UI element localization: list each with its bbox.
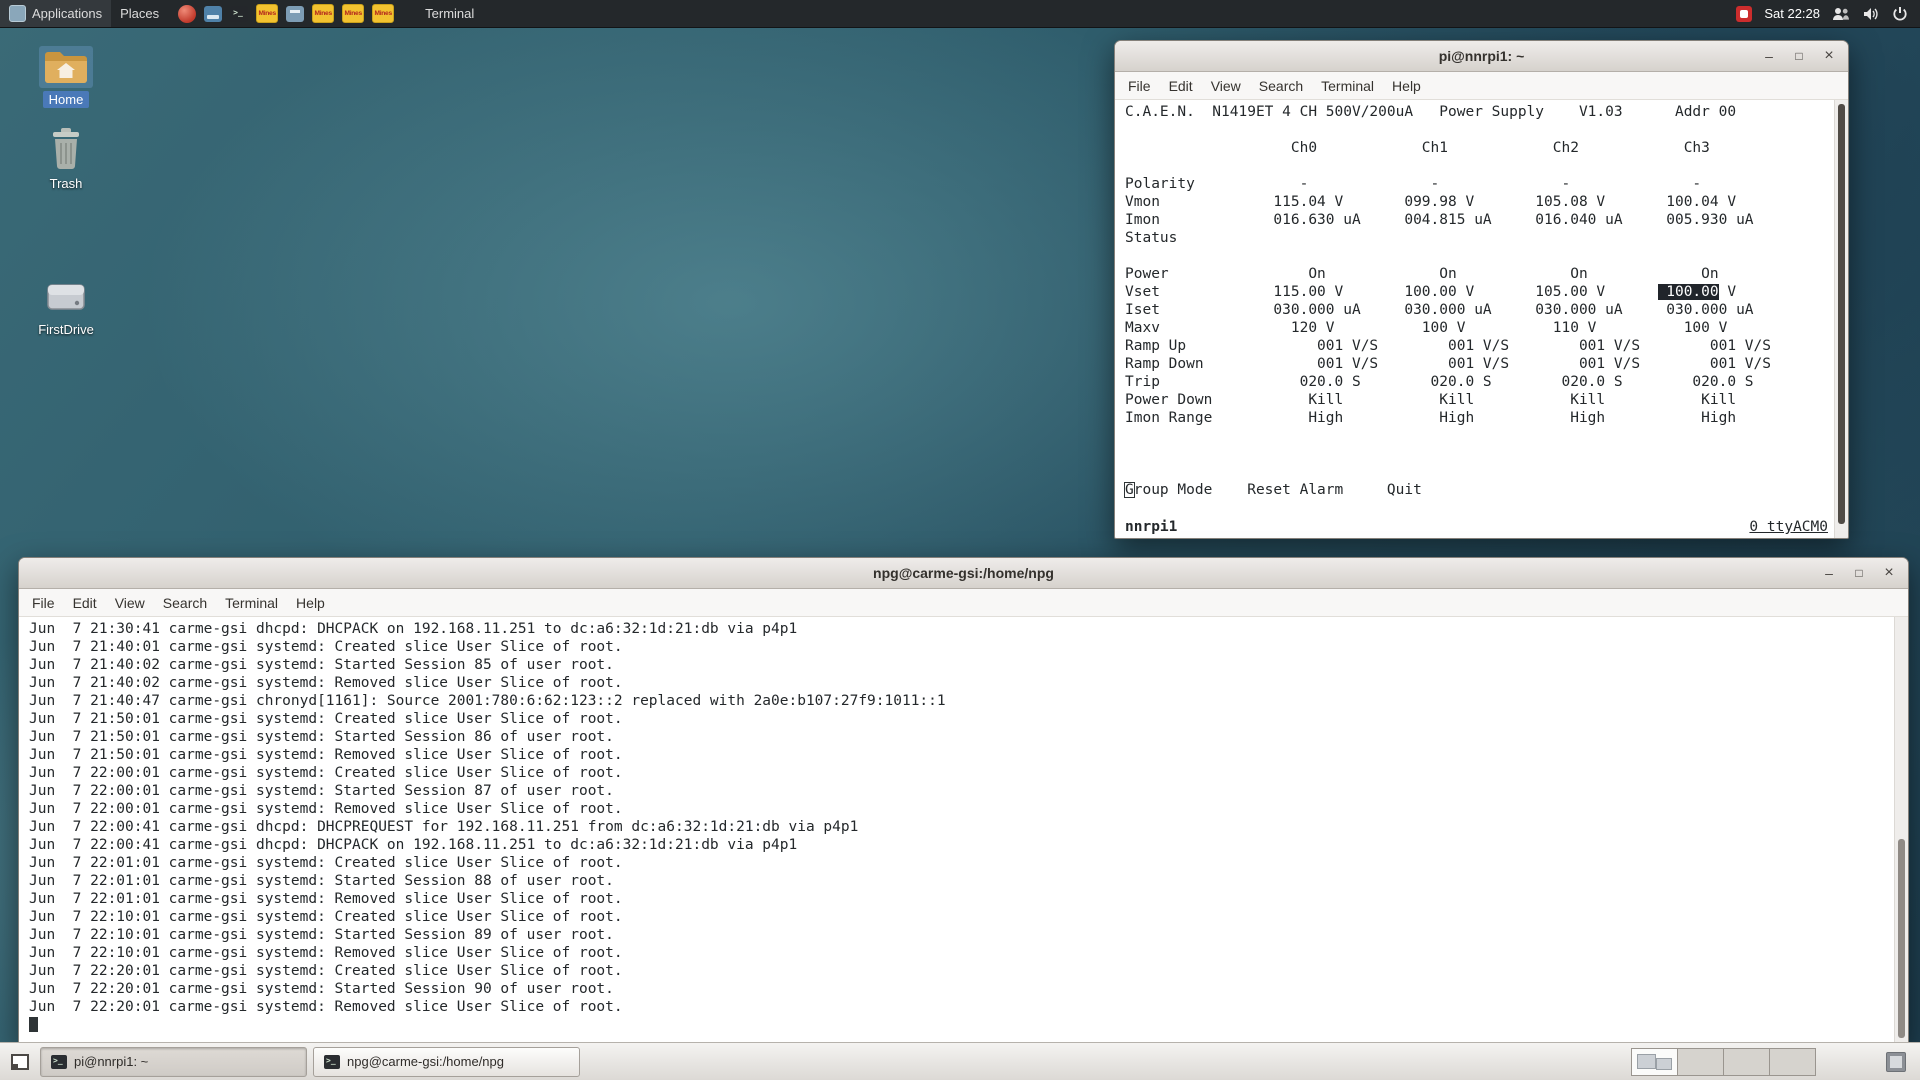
close-icon[interactable] — [1818, 46, 1840, 66]
applications-menu[interactable]: Applications — [0, 0, 111, 27]
menu-file[interactable]: File — [23, 592, 64, 614]
menu-help[interactable]: Help — [1383, 75, 1430, 97]
desktop-icon-trash[interactable]: Trash — [30, 124, 102, 192]
terminal-cursor-block — [29, 1017, 38, 1032]
desktop-icon-home[interactable]: Home — [30, 46, 102, 108]
places-menu-label: Places — [120, 6, 159, 21]
caen-terminal-window: pi@nnrpi1: ~ File Edit View Search Termi… — [1114, 40, 1849, 539]
workspace-2[interactable] — [1677, 1048, 1724, 1076]
log-lines: Jun 7 21:30:41 carme-gsi dhcpd: DHCPACK … — [29, 621, 946, 1015]
device-name-label: nnrpi1 — [1125, 518, 1177, 536]
mines-icon[interactable]: Mines — [312, 4, 334, 23]
menu-view[interactable]: View — [1202, 75, 1250, 97]
clock[interactable]: Sat 22:28 — [1764, 6, 1820, 21]
mines-icon-label: Mines — [344, 10, 361, 17]
log-scrollbar[interactable] — [1894, 617, 1908, 1044]
panel-window-item-terminal[interactable]: Terminal — [416, 0, 483, 27]
caen-actions-line: Group Mode Reset Alarm Quit — [1125, 481, 1830, 499]
home-folder-icon — [39, 46, 93, 88]
workspace-4[interactable] — [1769, 1048, 1816, 1076]
caen-scrollbar-thumb[interactable] — [1838, 104, 1845, 524]
show-desktop-button[interactable] — [6, 1048, 34, 1076]
log-menubar: File Edit View Search Terminal Help — [19, 589, 1908, 617]
log-terminal-screen[interactable]: Jun 7 21:30:41 carme-gsi dhcpd: DHCPACK … — [19, 617, 1908, 1044]
drive-icon — [40, 278, 92, 318]
menu-file[interactable]: File — [1119, 75, 1160, 97]
taskbar-button-label: pi@nnrpi1: ~ — [74, 1054, 148, 1069]
users-icon[interactable] — [1832, 6, 1850, 22]
workspace-3[interactable] — [1723, 1048, 1770, 1076]
panel-window-item-label: Terminal — [425, 6, 474, 21]
menu-terminal[interactable]: Terminal — [1312, 75, 1383, 97]
volume-icon[interactable] — [1862, 6, 1880, 22]
mines-icon[interactable]: Mines — [342, 4, 364, 23]
power-icon[interactable] — [1892, 6, 1908, 22]
menu-search[interactable]: Search — [1250, 75, 1312, 97]
caen-window-title: pi@nnrpi1: ~ — [1115, 48, 1848, 64]
desktop-icon-firstdrive-label: FirstDrive — [32, 321, 100, 338]
menu-view[interactable]: View — [106, 592, 154, 614]
log-scrollbar-thumb[interactable] — [1898, 839, 1905, 1038]
mines-icon[interactable]: Mines — [256, 4, 278, 23]
log-window-controls — [1818, 558, 1900, 588]
caen-menubar: File Edit View Search Terminal Help — [1115, 72, 1848, 100]
minimize-icon[interactable] — [1818, 563, 1840, 583]
mines-icon-label: Mines — [258, 10, 275, 17]
alert-icon[interactable] — [1736, 6, 1752, 22]
caen-screen-bottom: V Iset 030.000 uA 030.000 uA 030.000 uA … — [1125, 284, 1771, 426]
panel-plugin-icon[interactable] — [1886, 1052, 1906, 1072]
log-output: Jun 7 21:30:41 carme-gsi dhcpd: DHCPACK … — [29, 620, 1890, 1016]
taskbar-button-label: npg@carme-gsi:/home/npg — [347, 1054, 504, 1069]
menu-edit[interactable]: Edit — [64, 592, 106, 614]
close-icon[interactable] — [1878, 563, 1900, 583]
trash-icon — [42, 124, 90, 172]
taskbar-button-pi-terminal[interactable]: pi@nnrpi1: ~ — [40, 1047, 307, 1077]
mines-icon[interactable]: Mines — [372, 4, 394, 23]
top-panel: Applications Places Mines Mines Mines Mi… — [0, 0, 1920, 28]
desktop-icon-trash-label: Trash — [44, 175, 89, 192]
desktop-icon-home-label: Home — [43, 91, 90, 108]
log-window-title: npg@carme-gsi:/home/npg — [19, 565, 1908, 581]
panel-status-area: Sat 22:28 — [1736, 6, 1920, 22]
caen-status-line: nnrpi1 0 ttyACM0 — [1125, 518, 1830, 536]
tty-port-label: 0 ttyACM0 — [1749, 518, 1828, 536]
taskbar: pi@nnrpi1: ~ npg@carme-gsi:/home/npg — [0, 1042, 1920, 1080]
workspace-1[interactable] — [1631, 1048, 1678, 1076]
log-terminal-window: npg@carme-gsi:/home/npg File Edit View S… — [18, 557, 1909, 1045]
maximize-icon[interactable] — [1848, 563, 1870, 583]
file-manager-icon[interactable] — [204, 6, 222, 22]
mines-icon-label: Mines — [374, 10, 391, 17]
blue-app-icon[interactable] — [286, 6, 304, 22]
terminal-launcher-icon[interactable] — [230, 6, 248, 22]
terminal-icon — [324, 1055, 340, 1069]
panel-launchers: Mines Mines Mines Mines — [178, 4, 394, 23]
menu-terminal[interactable]: Terminal — [216, 592, 287, 614]
log-window-titlebar[interactable]: npg@carme-gsi:/home/npg — [19, 558, 1908, 589]
terminal-icon — [51, 1055, 67, 1069]
minimize-icon[interactable] — [1758, 46, 1780, 66]
terminal-cursor-hollow — [1124, 482, 1135, 498]
mines-icon-label: Mines — [314, 10, 331, 17]
show-desktop-icon — [11, 1054, 29, 1070]
applications-menu-label: Applications — [32, 6, 102, 21]
red-app-icon[interactable] — [178, 5, 196, 23]
caen-screen-top: C.A.E.N. N1419ET 4 CH 500V/200uA Power S… — [1125, 104, 1754, 300]
caen-actions-text[interactable]: Group Mode Reset Alarm Quit — [1125, 482, 1422, 498]
places-menu[interactable]: Places — [111, 0, 168, 27]
workspace-switcher — [1632, 1048, 1816, 1076]
menu-help[interactable]: Help — [287, 592, 334, 614]
vset-selected-value[interactable]: 100.00 — [1658, 284, 1719, 300]
caen-window-controls — [1758, 41, 1840, 71]
caen-screen-text: C.A.E.N. N1419ET 4 CH 500V/200uA Power S… — [1125, 103, 1830, 481]
desktop-icon-firstdrive[interactable]: FirstDrive — [30, 278, 102, 338]
applications-menu-icon — [9, 5, 26, 22]
taskbar-button-npg-terminal[interactable]: npg@carme-gsi:/home/npg — [313, 1047, 580, 1077]
maximize-icon[interactable] — [1788, 46, 1810, 66]
caen-window-titlebar[interactable]: pi@nnrpi1: ~ — [1115, 41, 1848, 72]
menu-edit[interactable]: Edit — [1160, 75, 1202, 97]
caen-terminal-screen[interactable]: C.A.E.N. N1419ET 4 CH 500V/200uA Power S… — [1115, 100, 1848, 538]
caen-scrollbar[interactable] — [1834, 100, 1848, 538]
log-cursor-line — [29, 1016, 1890, 1034]
menu-search[interactable]: Search — [154, 592, 216, 614]
